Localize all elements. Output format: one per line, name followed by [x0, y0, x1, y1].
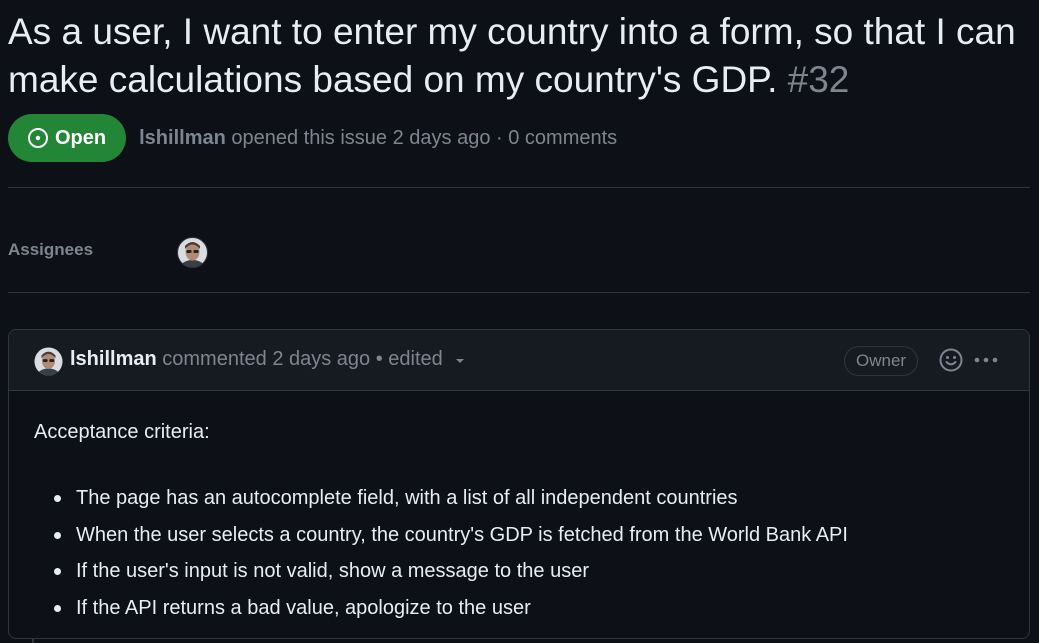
criteria-item: When the user selects a country, the cou…: [54, 517, 1014, 554]
smiley-icon[interactable]: [938, 347, 964, 378]
comment-author-avatar[interactable]: [34, 347, 63, 381]
owner-badge: Owner: [844, 346, 919, 376]
issue-state-badge: Open: [8, 114, 127, 162]
timeline-line: [32, 639, 34, 643]
comment-body-heading: Acceptance criteria:: [34, 421, 210, 443]
header-divider: [8, 187, 1030, 188]
issue-opened-text: lshillman opened this issue 2 days ago ·…: [139, 127, 617, 150]
criteria-list: The page has an autocomplete field, with…: [34, 480, 1014, 626]
issue-meta: Open lshillman opened this issue 2 days …: [8, 114, 617, 162]
issue-opened-icon: [27, 127, 49, 149]
issue-number: #32: [787, 59, 850, 100]
comment-header-text: lshillman commented 2 days ago • edited: [70, 348, 466, 371]
comment-meta[interactable]: commented 2 days ago • edited: [162, 348, 443, 370]
issue-author-link[interactable]: lshillman: [139, 127, 226, 149]
criteria-item: If the user's input is not valid, show a…: [54, 553, 1014, 590]
issue-opened-detail: opened this issue 2 days ago · 0 comment…: [231, 126, 618, 149]
issue-title: As a user, I want to enter my country in…: [8, 8, 1028, 104]
assignees-divider: [8, 292, 1030, 293]
comment-author-link[interactable]: lshillman: [70, 348, 157, 370]
criteria-item: If the API returns a bad value, apologiz…: [54, 590, 1014, 627]
criteria-item: The page has an autocomplete field, with…: [54, 480, 1014, 517]
kebab-horizontal-icon[interactable]: [972, 347, 1000, 378]
comment-body: Acceptance criteria: The page has an aut…: [34, 410, 1014, 626]
issue-title-text: As a user, I want to enter my country in…: [8, 11, 1016, 100]
issue-state-label: Open: [55, 126, 107, 149]
issue-page: As a user, I want to enter my country in…: [0, 0, 1039, 643]
assignee-avatar[interactable]: [177, 237, 208, 273]
comment-header: lshillman commented 2 days ago • edited …: [9, 330, 1029, 391]
comment-box: lshillman commented 2 days ago • edited …: [8, 329, 1030, 639]
assignees-label: Assignees: [8, 240, 94, 259]
triangle-down-icon[interactable]: [454, 348, 466, 371]
